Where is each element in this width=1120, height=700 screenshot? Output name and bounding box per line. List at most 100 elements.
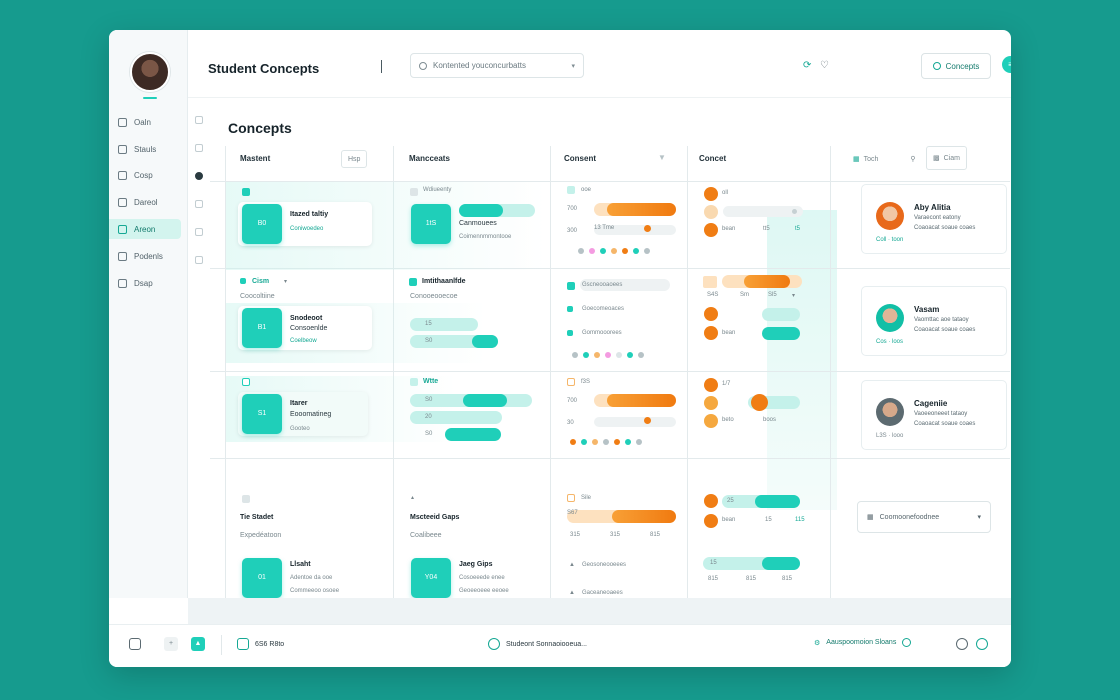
column-header[interactable]: Mastent bbox=[240, 154, 270, 163]
search-input[interactable]: Kontented youconcurbatts ▾ bbox=[410, 53, 584, 78]
group-sub: Coocoltiine bbox=[240, 293, 275, 300]
metric-value: 1/7 bbox=[722, 381, 731, 387]
user-avatar[interactable] bbox=[130, 52, 170, 92]
footer-item[interactable] bbox=[956, 638, 968, 650]
record-icon[interactable] bbox=[195, 172, 203, 180]
person-card[interactable]: Vasam Vaomttac aoe tataoy Coaoacat soaue… bbox=[861, 286, 1007, 356]
column-action-button[interactable]: Hsp bbox=[341, 150, 368, 168]
score-tile: 1tS bbox=[411, 204, 451, 244]
column-highlight bbox=[767, 210, 837, 510]
concepts-button[interactable]: Concepts bbox=[921, 53, 991, 79]
person-card[interactable]: Aby Alitia Varaecont eatony Coaoacat soa… bbox=[861, 184, 1007, 254]
chart-icon: ▲ bbox=[191, 637, 205, 651]
list-icon[interactable] bbox=[195, 144, 203, 152]
menu-icon[interactable]: ≡ bbox=[1002, 56, 1011, 73]
progress-bar-fill bbox=[744, 275, 790, 288]
info-icon bbox=[902, 638, 912, 647]
score-tile: S1 bbox=[242, 394, 282, 434]
sidebar-item-label: Dareol bbox=[134, 197, 158, 207]
sidebar-item-stauls[interactable]: Stauls bbox=[109, 139, 181, 159]
student-name: Itazed taltiy bbox=[290, 211, 329, 218]
footer-item[interactable]: ▲ bbox=[191, 637, 205, 651]
group-tag[interactable]: Cism bbox=[252, 278, 269, 285]
footer-item[interactable]: + bbox=[164, 637, 178, 651]
sidebar-item-dsap[interactable]: Dsap bbox=[109, 273, 181, 293]
list-line: Geosoneooeees bbox=[582, 562, 627, 568]
footer-status[interactable]: Studeont Sonnaoiooeua... bbox=[488, 638, 587, 650]
metric-value: 815 bbox=[650, 532, 661, 538]
grid-icon bbox=[118, 224, 127, 234]
metric-value: 115 bbox=[795, 517, 805, 523]
metric-value: 700 bbox=[567, 206, 578, 212]
sidebar: Oaln Stauls Cosp Dareol Areon Podenls Ds… bbox=[109, 30, 188, 598]
concepts-table: Concepts Mastent Hsp Mancceats Consent ▼… bbox=[210, 98, 1010, 598]
chevron-down-icon[interactable]: ▾ bbox=[792, 292, 795, 299]
bell-icon[interactable]: ♡ bbox=[820, 60, 829, 71]
home-icon[interactable] bbox=[195, 116, 203, 124]
sidebar-item-areon[interactable]: Areon bbox=[109, 219, 181, 239]
filter-icon: ▦ bbox=[853, 156, 860, 163]
concepts-button-label: Concepts bbox=[945, 61, 980, 71]
item-line: Coimennmmontooe bbox=[459, 234, 512, 240]
progress-bar-fill bbox=[463, 394, 507, 407]
document-icon bbox=[118, 197, 127, 207]
footer-bar: + ▲ 6S6 R8to Studeont Sonnaoiooeua... ⚙ A… bbox=[109, 624, 1011, 667]
column-header[interactable]: Mancceats bbox=[409, 154, 450, 163]
footer-item[interactable] bbox=[129, 638, 141, 650]
progress-bar-fill bbox=[607, 203, 676, 216]
sync-icon[interactable]: ⟳ bbox=[803, 60, 811, 71]
score-tile: B1 bbox=[242, 308, 282, 348]
file-icon[interactable] bbox=[195, 256, 203, 264]
filter-button[interactable]: ▦ Toch ⚲ bbox=[847, 150, 922, 168]
footer-link-label: Aauspoomoion Sloans bbox=[826, 639, 897, 646]
metric-value: bean bbox=[722, 517, 736, 523]
item-line: Geoeeoeee eeoee bbox=[459, 588, 509, 594]
sidebar-item-oaln[interactable]: Oaln bbox=[109, 112, 181, 132]
student-meta: Adentoe da ooe bbox=[290, 575, 333, 581]
column-header[interactable]: Concet bbox=[699, 154, 726, 163]
column-header[interactable]: Consent bbox=[564, 154, 596, 163]
chevron-down-icon[interactable]: ▾ bbox=[284, 278, 287, 285]
sidebar-item-cosp[interactable]: Cosp bbox=[109, 165, 181, 185]
progress-bar-fill bbox=[762, 557, 800, 570]
progress-bar-track bbox=[410, 318, 478, 331]
slider-handle[interactable] bbox=[751, 394, 768, 411]
grid-line bbox=[210, 371, 1010, 372]
column-header-button[interactable]: ▩ Ciam bbox=[926, 146, 967, 170]
table-icon[interactable] bbox=[195, 200, 203, 208]
row-marker bbox=[703, 276, 717, 288]
sidebar-item-podenls[interactable]: Podenls bbox=[109, 246, 181, 266]
person-detail: Coaoacat soaue coaes bbox=[914, 225, 976, 231]
metric-value: Sm bbox=[740, 292, 749, 298]
footer-item[interactable] bbox=[976, 638, 988, 650]
section-head: Mscteeid Gaps bbox=[410, 514, 460, 521]
list-line: Gaceaneoaees bbox=[582, 590, 623, 596]
slider-handle[interactable] bbox=[792, 209, 797, 214]
sidebar-item-dareol[interactable]: Dareol bbox=[109, 192, 181, 212]
person-card[interactable]: Cageniie Vaoeeoneeet tataoy Coaoacat soa… bbox=[861, 380, 1007, 450]
table-icon: ▩ bbox=[933, 155, 940, 162]
avatar bbox=[876, 398, 904, 426]
progress-bar-fill bbox=[472, 335, 498, 348]
footer-count[interactable]: 6S6 R8to bbox=[237, 638, 284, 650]
row-marker bbox=[242, 495, 250, 503]
grid-icon[interactable] bbox=[195, 228, 203, 236]
network-icon: ⚙ bbox=[814, 639, 821, 647]
student-name: Llsaht bbox=[290, 561, 311, 568]
chevron-down-icon[interactable]: ▼ bbox=[658, 153, 666, 162]
horizontal-scrollbar[interactable] bbox=[188, 598, 1011, 624]
metric-value: 815 bbox=[782, 576, 793, 582]
row-marker bbox=[410, 188, 418, 196]
section-sub: Expedéatoon bbox=[240, 532, 282, 539]
metric-value: 300 bbox=[567, 228, 578, 234]
metric-value: bean bbox=[722, 226, 736, 232]
home-icon bbox=[118, 117, 127, 127]
legend-dots bbox=[572, 352, 644, 358]
concepts-dropdown[interactable]: ▦ Coomoonefoodnee ▾ bbox=[857, 501, 991, 533]
footer-link[interactable]: ⚙ Aauspoomoion Sloans bbox=[814, 638, 912, 647]
plant-icon bbox=[129, 638, 141, 650]
page-title: Student Concepts bbox=[208, 61, 320, 76]
footer-count-label: 6S6 R8to bbox=[255, 640, 285, 648]
book-icon bbox=[118, 170, 127, 180]
status-dot bbox=[704, 378, 718, 392]
